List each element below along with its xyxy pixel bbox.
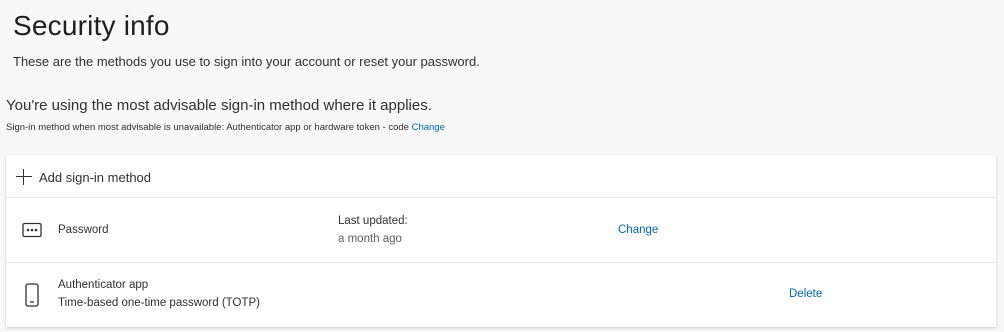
- password-dots-icon: [22, 222, 42, 243]
- method-name-authenticator: Authenticator app: [58, 279, 149, 291]
- plus-icon: [16, 169, 32, 185]
- fallback-method-text: Sign-in method when most advisable is un…: [6, 122, 409, 133]
- method-name-password: Password: [58, 224, 109, 236]
- method-row-password: Password Last updated: a month ago Chang…: [6, 198, 996, 263]
- sign-in-methods-card: Add sign-in method Password Last updated…: [6, 155, 996, 327]
- method-row-authenticator: Authenticator app Time-based one-time pa…: [6, 263, 996, 327]
- page-title: Security info: [13, 10, 170, 41]
- add-method-row: Add sign-in method: [6, 155, 996, 198]
- change-password-link[interactable]: Change: [618, 224, 658, 236]
- page-subtitle: These are the methods you use to sign in…: [13, 54, 480, 69]
- add-sign-in-method-button[interactable]: Add sign-in method: [16, 166, 151, 188]
- method-detail-authenticator: Time-based one-time password (TOTP): [58, 297, 260, 309]
- last-updated-label: Last updated:: [338, 215, 408, 227]
- security-info-page: Security info These are the methods you …: [0, 0, 1004, 332]
- change-default-method-link[interactable]: Change: [412, 122, 445, 133]
- phone-icon: [25, 283, 39, 312]
- delete-authenticator-link[interactable]: Delete: [789, 288, 822, 300]
- fallback-method-line: Sign-in method when most advisable is un…: [6, 122, 445, 133]
- add-sign-in-method-label: Add sign-in method: [39, 169, 152, 185]
- advisable-status-text: You're using the most advisable sign-in …: [6, 97, 432, 114]
- last-updated-value: a month ago: [338, 233, 402, 245]
